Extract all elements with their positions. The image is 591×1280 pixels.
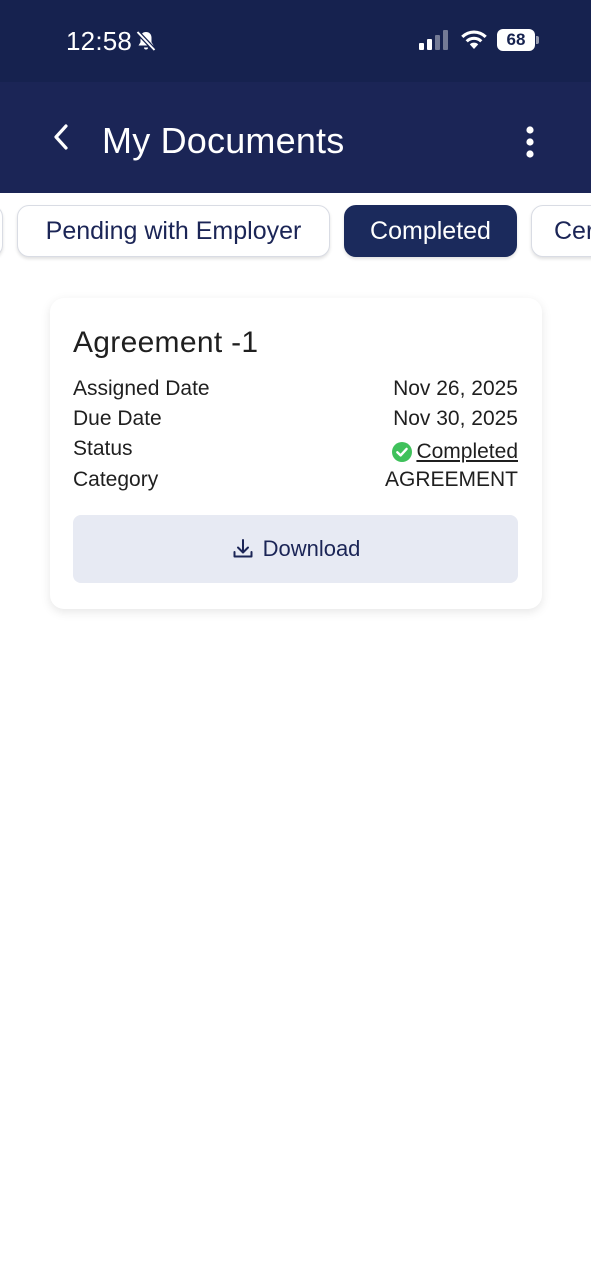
page-title: My Documents xyxy=(102,120,345,161)
download-button[interactable]: Download xyxy=(73,515,518,583)
more-options-button[interactable] xyxy=(508,120,552,164)
tab-previous-partial[interactable] xyxy=(0,205,3,257)
chevron-left-icon xyxy=(54,124,68,150)
cellular-signal-icon xyxy=(419,30,448,50)
due-date-value: Nov 30, 2025 xyxy=(393,407,518,430)
wifi-icon xyxy=(461,30,487,49)
app-bar: My Documents xyxy=(0,82,591,193)
due-date-label: Due Date xyxy=(73,407,162,430)
more-vertical-icon xyxy=(526,126,534,158)
assigned-date-label: Assigned Date xyxy=(73,377,210,400)
status-label: Status xyxy=(73,437,133,460)
document-card: Agreement -1 Assigned Date Nov 26, 2025 … xyxy=(50,298,542,609)
status-completed-link[interactable]: Completed xyxy=(416,440,518,464)
tab-completed[interactable]: Completed xyxy=(344,205,517,257)
battery-indicator: 68 xyxy=(497,29,541,51)
status-value: Completed xyxy=(392,438,518,466)
tab-next-partial[interactable]: Cer xyxy=(531,205,591,257)
category-label: Category xyxy=(73,468,159,491)
category-value: AGREEMENT xyxy=(384,468,518,491)
tab-pending-with-employer[interactable]: Pending with Employer xyxy=(17,205,330,257)
battery-level: 68 xyxy=(497,29,535,51)
assigned-date-value: Nov 26, 2025 xyxy=(393,377,518,400)
battery-tip xyxy=(536,36,539,44)
document-filter-tabs: Pending with Employer Completed Cer xyxy=(0,193,591,273)
status-time: 12:58 xyxy=(66,26,133,56)
download-icon xyxy=(233,539,253,558)
back-button[interactable] xyxy=(38,114,84,160)
download-label: Download xyxy=(262,536,361,561)
bell-muted-icon xyxy=(135,30,157,52)
document-title: Agreement -1 xyxy=(73,326,259,359)
check-circle-icon xyxy=(392,442,413,462)
status-bar: 12:58 68 xyxy=(0,0,591,82)
